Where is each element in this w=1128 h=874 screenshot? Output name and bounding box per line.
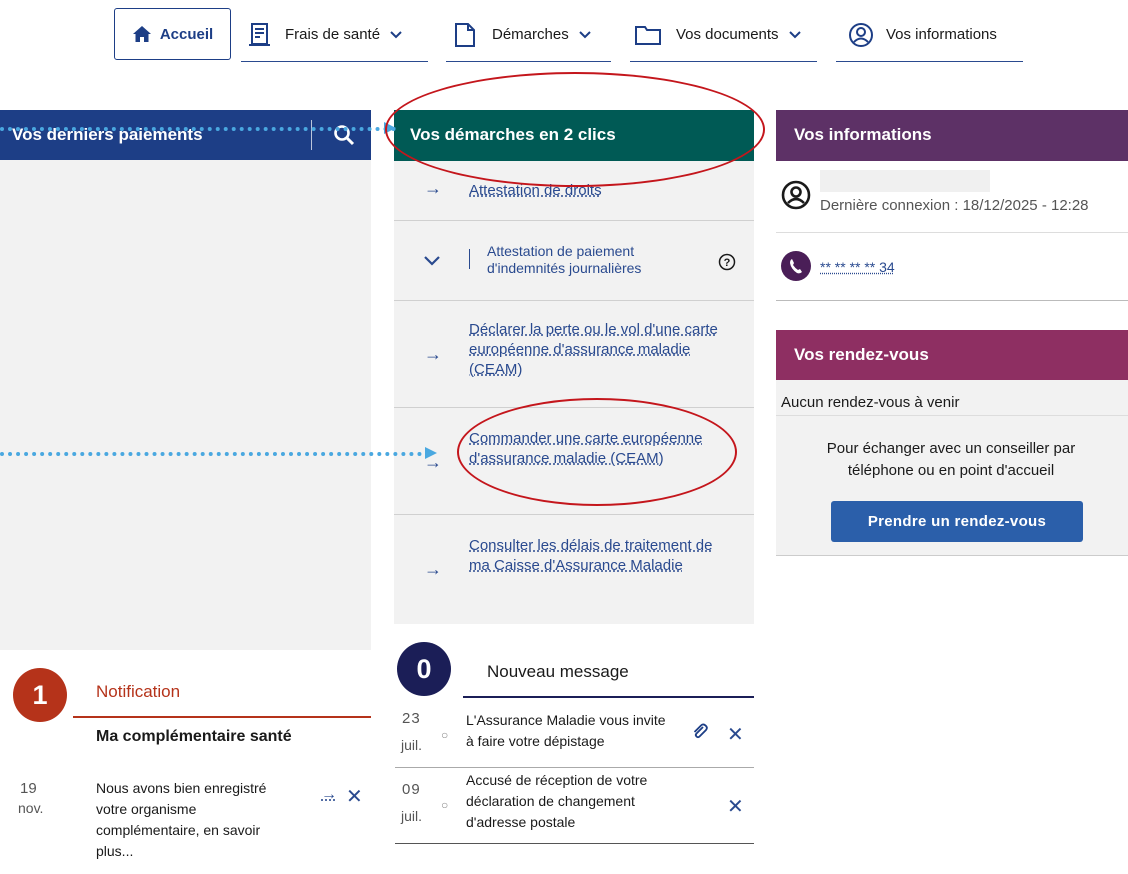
message-day: 09 [402,781,421,798]
annotation-dotted-line [0,452,430,456]
annotation-arrow-icon [384,122,396,134]
nav-accueil-label: Accueil [159,25,214,43]
last-login: Dernière connexion : 18/12/2025 - 12:28 [820,197,1089,214]
informations-header: Vos informations [776,110,1128,161]
rdv-header: Vos rendez-vous [776,330,1128,380]
demarche-item[interactable]: → Consulter les délais de traitement de … [394,515,754,624]
divider [395,843,754,844]
demarche-link[interactable]: Consulter les délais de traitement de ma… [469,536,729,576]
close-icon[interactable]: ✕ [727,794,744,819]
nav-accueil[interactable]: Accueil [114,8,231,60]
rdv-text: Pour échanger avec un conseiller par tél… [826,440,1076,479]
arrow-right-icon: → [424,559,442,579]
demarche-item[interactable]: → Attestation de droits [394,161,754,221]
chevron-down-icon [578,30,591,38]
message-count-badge: 0 [397,642,451,696]
folder-icon [635,25,661,45]
unread-dot-icon: ○ [441,728,449,742]
message-month: juil. [401,808,423,824]
message-day: 23 [402,710,421,727]
user-circle-icon [849,22,873,47]
informations-title: Vos informations [794,125,932,144]
notification-count-badge: 1 [13,668,67,722]
help-icon[interactable]: ? [718,253,736,271]
top-navigation: Accueil Frais de santé Démarches Vos doc… [0,8,1128,64]
message-text[interactable]: Accusé de réception de votre déclaration… [466,770,676,833]
demarche-item[interactable]: → Commander une carte européenne d'assur… [394,408,754,515]
demarche-link[interactable]: Attestation de droits [469,181,602,201]
demarche-label: Attestation de paiement d'indemnités jou… [487,243,642,276]
right-column: Vos informations Dernière connexion : 18… [776,110,1128,556]
demarche-item[interactable]: → Déclarer la perte ou le vol d'une cart… [394,301,754,408]
message-text[interactable]: L'Assurance Maladie vous invite à faire … [466,710,676,752]
divider [776,555,1128,556]
notification-item-title[interactable]: Ma complémentaire santé [96,727,296,747]
divider [776,300,1128,301]
unread-dot-icon: ○ [441,798,449,812]
chevron-down-icon [390,30,402,38]
arrow-right-icon[interactable]: → [321,786,337,804]
messages-title: Nouveau message [487,662,629,681]
nav-frais-label: Frais de santé [285,26,381,43]
notification-underline [73,716,371,718]
nav-demarches[interactable]: Démarches [446,8,611,62]
divider [776,415,1128,416]
rdv-none: Aucun rendez-vous à venir [781,394,960,411]
annotation-arrow-icon [425,447,437,459]
demarches-header: Vos démarches en 2 clics [394,110,754,161]
divider [395,767,754,768]
document-icon [455,22,475,47]
message-month: juil. [401,737,423,753]
demarches-panel: Vos démarches en 2 clics → Attestation d… [394,110,754,624]
nav-informations-label: Vos informations [886,26,997,43]
close-icon[interactable]: ✕ [727,722,744,747]
header-divider [311,120,312,150]
paiements-panel: Vos derniers paiements [0,110,371,650]
messages-underline [463,696,754,698]
demarches-title: Vos démarches en 2 clics [410,125,616,144]
prendre-rdv-button[interactable]: Prendre un rendez-vous [831,501,1083,542]
user-circle-icon [781,180,811,210]
nav-frais-de-sante[interactable]: Frais de santé [241,8,428,62]
annotation-dotted-line [0,127,396,131]
close-icon[interactable]: ✕ [346,784,363,809]
paiements-header: Vos derniers paiements [0,110,371,160]
rdv-title: Vos rendez-vous [794,345,929,364]
divider [776,232,1128,233]
phone-number[interactable]: ** ** ** ** 34 [820,259,895,275]
notification-item-text: Nous avons bien enregistré votre organis… [96,780,267,859]
divider [469,249,470,269]
demarche-item-expandable[interactable]: Attestation de paiement d'indemnités jou… [394,221,754,301]
nav-documents-label: Vos documents [676,26,779,43]
attachment-icon [693,723,708,739]
notification-month: nov. [18,800,44,816]
name-redacted [820,170,990,192]
nav-vos-documents[interactable]: Vos documents [630,8,817,62]
receipt-icon [249,22,270,46]
nav-demarches-label: Démarches [492,26,569,43]
chevron-down-icon [788,30,801,38]
home-icon [132,26,151,42]
notification-title: Notification [96,682,181,701]
phone-icon [781,251,811,281]
arrow-right-icon: → [424,344,442,364]
svg-text:?: ? [724,257,731,269]
demarche-link[interactable]: Commander une carte européenne d'assuran… [469,429,724,469]
nav-vos-informations[interactable]: Vos informations [836,8,1023,62]
demarche-link[interactable]: Déclarer la perte ou le vol d'une carte … [469,320,729,380]
arrow-right-icon: → [424,178,442,198]
notification-day: 19 [20,780,37,797]
chevron-down-icon[interactable] [424,256,440,266]
